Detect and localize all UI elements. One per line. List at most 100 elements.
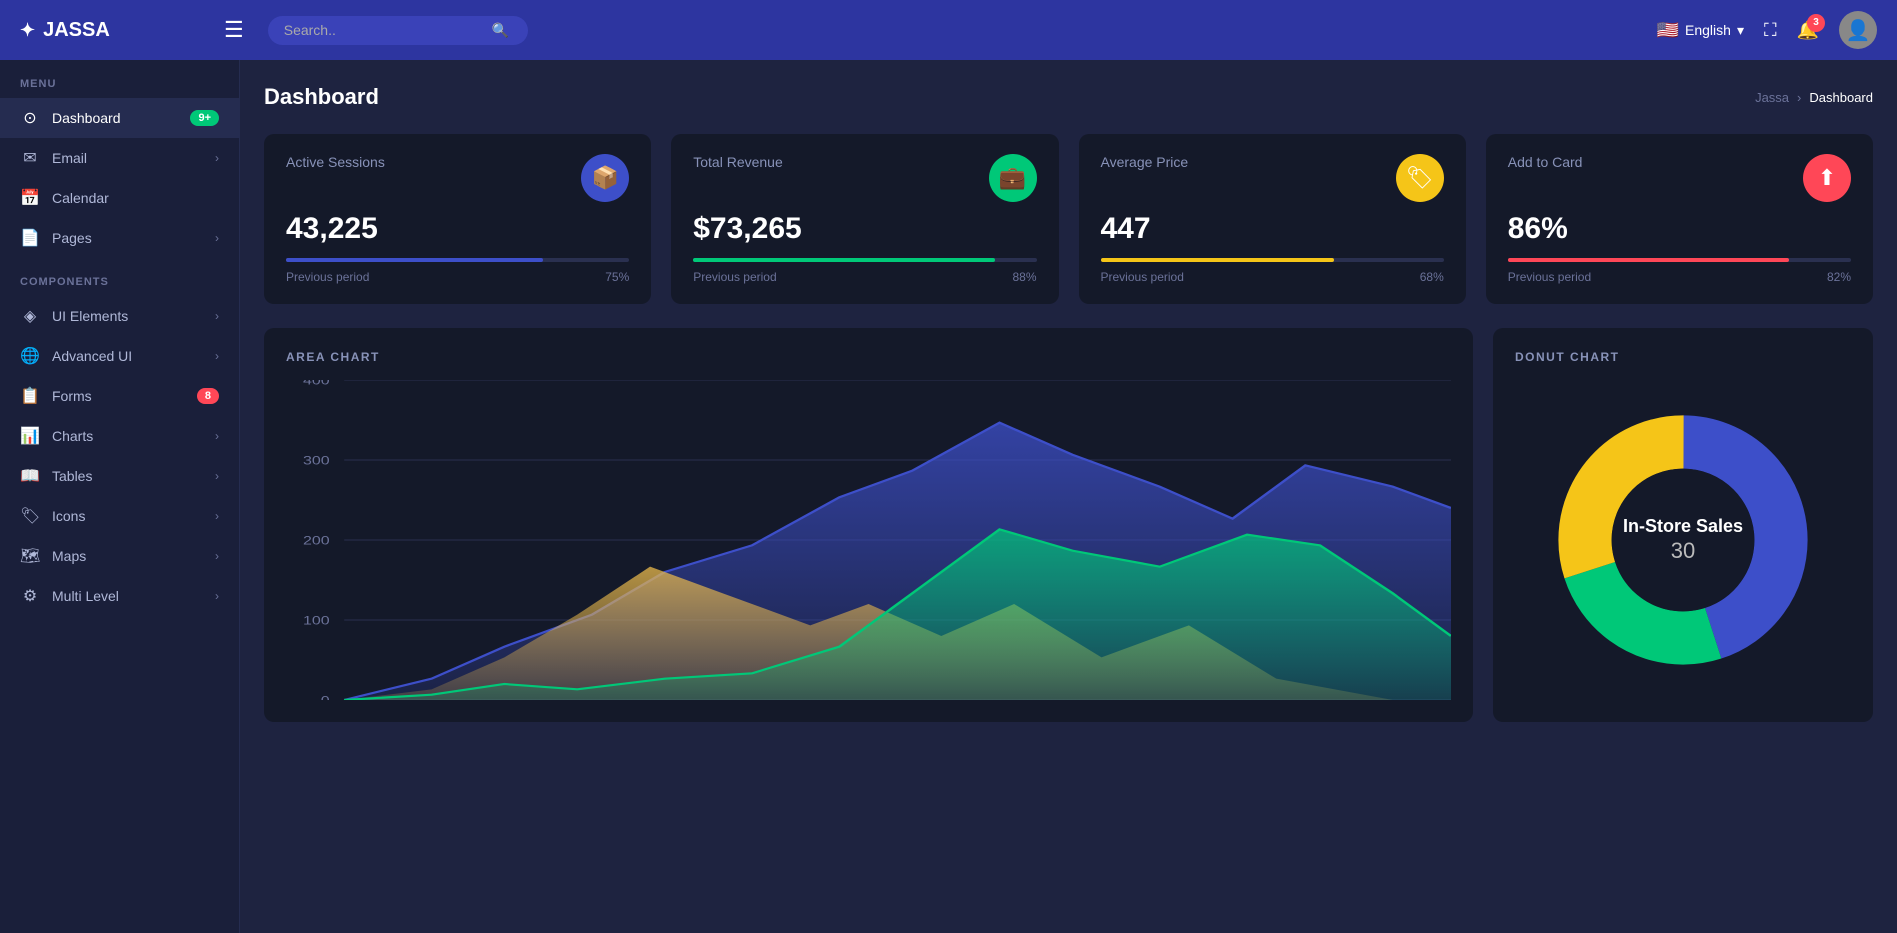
sidebar-item-forms[interactable]: 📋 Forms 8 <box>0 376 239 416</box>
chevron-right-icon: › <box>215 469 219 483</box>
topnav-right: 🇺🇸 English ▾ ⛶ 🔔 3 👤 <box>1657 11 1877 49</box>
sidebar-item-tables[interactable]: 📖 Tables › <box>0 456 239 496</box>
stat-card-footer: Previous period 82% <box>1508 270 1851 284</box>
components-section-label: COMPONENTS <box>0 258 239 296</box>
charts-icon: 📊 <box>20 426 40 446</box>
stat-card-average-price: Average Price 🏷 447 Previous period 68% <box>1079 134 1466 304</box>
stat-card-total-revenue: Total Revenue 💼 $73,265 Previous period … <box>671 134 1058 304</box>
sidebar-item-maps[interactable]: 🗺 Maps › <box>0 536 239 576</box>
stat-card-value: $73,265 <box>693 212 1036 246</box>
stat-card-bar-bg <box>1101 258 1444 262</box>
sidebar-item-label: Dashboard <box>52 110 178 126</box>
period-value: 75% <box>605 270 629 284</box>
period-value: 82% <box>1827 270 1851 284</box>
charts-row: AREA CHART <box>264 328 1873 722</box>
donut-chart-title: DONUT CHART <box>1515 350 1851 364</box>
chevron-down-icon: ▾ <box>1737 22 1744 39</box>
svg-text:0: 0 <box>321 693 330 700</box>
sidebar-item-label: UI Elements <box>52 308 203 324</box>
chevron-right-icon: › <box>215 589 219 603</box>
icons-icon: 🏷 <box>20 506 40 526</box>
breadcrumb: Jassa › Dashboard <box>1755 90 1873 105</box>
chevron-right-icon: › <box>215 509 219 523</box>
chevron-right-icon: › <box>215 151 219 165</box>
app-name: JASSA <box>43 19 110 42</box>
area-chart-svg: 0 100 200 300 400 2013 2014 2015 2016 20… <box>286 380 1451 700</box>
area-chart-title: AREA CHART <box>286 350 1451 364</box>
svg-text:100: 100 <box>303 613 330 626</box>
app-logo: ✦ JASSA <box>20 19 200 42</box>
sidebar-item-email[interactable]: ✉ Email › <box>0 138 239 178</box>
pages-icon: 📄 <box>20 228 40 248</box>
sidebar-item-advanced-ui[interactable]: 🌐 Advanced UI › <box>0 336 239 376</box>
main-layout: MENU ⊙ Dashboard 9+ ✉ Email › 📅 Calendar… <box>0 60 1897 933</box>
stat-card-header: Total Revenue 💼 <box>693 154 1036 202</box>
stat-card-value: 86% <box>1508 212 1851 246</box>
donut-center: In-Store Sales 30 <box>1623 516 1743 564</box>
top-navigation: ✦ JASSA ☰ 🔍 🇺🇸 English ▾ ⛶ 🔔 3 👤 <box>0 0 1897 60</box>
sidebar-item-ui-elements[interactable]: ◈ UI Elements › <box>0 296 239 336</box>
sidebar-item-label: Maps <box>52 548 203 564</box>
donut-center-label: In-Store Sales <box>1623 516 1743 538</box>
notifications-badge: 3 <box>1807 14 1825 32</box>
sidebar-item-pages[interactable]: 📄 Pages › <box>0 218 239 258</box>
dashboard-badge: 9+ <box>190 110 219 126</box>
donut-chart-container: In-Store Sales 30 <box>1515 380 1851 700</box>
period-value: 88% <box>1012 270 1036 284</box>
svg-text:400: 400 <box>303 380 330 387</box>
user-avatar[interactable]: 👤 <box>1839 11 1877 49</box>
sidebar-item-multi-level[interactable]: ⚙ Multi Level › <box>0 576 239 616</box>
sidebar-item-label: Calendar <box>52 190 219 206</box>
language-label: English <box>1685 22 1731 38</box>
total-revenue-icon: 💼 <box>989 154 1037 202</box>
expand-button[interactable]: ⛶ <box>1764 20 1777 41</box>
stat-card-bar-bg <box>286 258 629 262</box>
period-label: Previous period <box>1508 270 1591 284</box>
logo-icon: ✦ <box>20 20 35 41</box>
notifications-button[interactable]: 🔔 3 <box>1797 20 1819 41</box>
calendar-icon: 📅 <box>20 188 40 208</box>
stat-card-value: 447 <box>1101 212 1444 246</box>
sidebar-item-label: Icons <box>52 508 203 524</box>
ui-elements-icon: ◈ <box>20 306 40 326</box>
search-icon: 🔍 <box>492 22 509 39</box>
breadcrumb-separator: › <box>1797 90 1801 105</box>
stat-card-bar-fill <box>1508 258 1789 262</box>
sidebar-item-charts[interactable]: 📊 Charts › <box>0 416 239 456</box>
stat-card-title: Add to Card <box>1508 154 1583 170</box>
stat-card-value: 43,225 <box>286 212 629 246</box>
stat-card-title: Active Sessions <box>286 154 385 170</box>
donut-chart-card: DONUT CHART In-Store Sales <box>1493 328 1873 722</box>
chevron-right-icon: › <box>215 549 219 563</box>
page-header: Dashboard Jassa › Dashboard <box>264 84 1873 110</box>
stat-card-bar-bg <box>693 258 1036 262</box>
sidebar-item-label: Email <box>52 150 203 166</box>
sidebar-item-icons[interactable]: 🏷 Icons › <box>0 496 239 536</box>
chevron-right-icon: › <box>215 231 219 245</box>
sidebar-item-calendar[interactable]: 📅 Calendar <box>0 178 239 218</box>
language-selector[interactable]: 🇺🇸 English ▾ <box>1657 20 1744 41</box>
chevron-right-icon: › <box>215 309 219 323</box>
svg-text:300: 300 <box>303 453 330 466</box>
sidebar-item-label: Forms <box>52 388 185 404</box>
sidebar-item-dashboard[interactable]: ⊙ Dashboard 9+ <box>0 98 239 138</box>
sidebar-item-label: Multi Level <box>52 588 203 604</box>
active-sessions-icon: 📦 <box>581 154 629 202</box>
stat-card-footer: Previous period 68% <box>1101 270 1444 284</box>
sidebar-item-label: Charts <box>52 428 203 444</box>
stat-card-add-to-card: Add to Card ⬆ 86% Previous period 82% <box>1486 134 1873 304</box>
forms-icon: 📋 <box>20 386 40 406</box>
sidebar-item-label: Advanced UI <box>52 348 203 364</box>
stat-card-bar-bg <box>1508 258 1851 262</box>
search-bar: 🔍 <box>268 16 528 45</box>
chevron-right-icon: › <box>215 349 219 363</box>
email-icon: ✉ <box>20 148 40 168</box>
search-input[interactable] <box>284 22 484 38</box>
average-price-icon: 🏷 <box>1396 154 1444 202</box>
hamburger-button[interactable]: ☰ <box>216 13 252 47</box>
flag-icon: 🇺🇸 <box>1657 20 1679 41</box>
stat-card-footer: Previous period 88% <box>693 270 1036 284</box>
stat-card-header: Add to Card ⬆ <box>1508 154 1851 202</box>
stat-card-active-sessions: Active Sessions 📦 43,225 Previous period… <box>264 134 651 304</box>
area-chart-container: 0 100 200 300 400 2013 2014 2015 2016 20… <box>286 380 1451 700</box>
